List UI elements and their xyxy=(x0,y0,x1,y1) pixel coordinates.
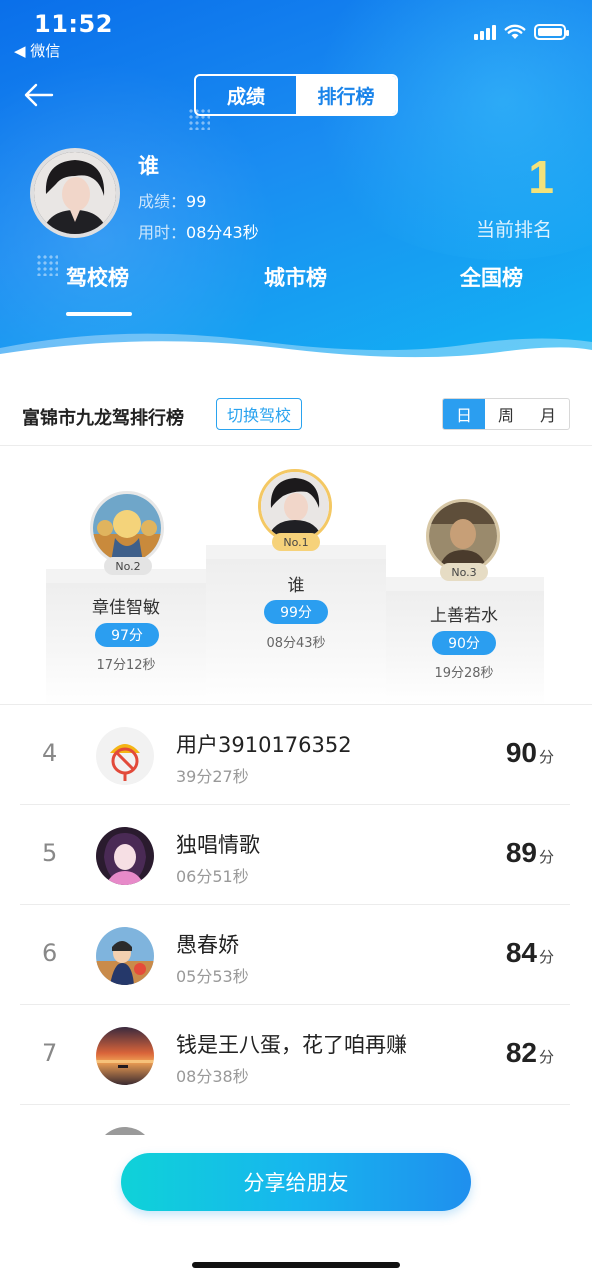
status-bar: 11:52 ◀ 微信 xyxy=(0,0,592,64)
row-rank: 5 xyxy=(42,839,58,867)
avatar xyxy=(96,1027,154,1085)
avatar xyxy=(96,927,154,985)
row-time: 06分51秒 xyxy=(176,867,249,886)
decor-dots xyxy=(188,108,210,130)
first-place-name: 谁 xyxy=(287,576,305,596)
segment-control: 成绩 排行榜 xyxy=(194,74,398,116)
row-rank: 6 xyxy=(42,939,58,967)
segment-ranking[interactable]: 排行榜 xyxy=(296,76,396,114)
row-score: 82 分 xyxy=(505,1037,554,1068)
my-time-label: 用时： xyxy=(138,223,187,242)
switch-school-button[interactable]: 切换驾校 xyxy=(216,398,302,430)
row-score: 90 分 xyxy=(505,737,554,768)
current-rank-number: 1 xyxy=(528,151,554,203)
row-name: 钱是王八蛋，花了咱再赚 xyxy=(176,1033,407,1057)
avatar xyxy=(96,827,154,885)
first-place-badge: No.1 xyxy=(272,533,320,551)
my-time-line: 用时：08分43秒 xyxy=(138,219,259,243)
avatar xyxy=(96,1127,154,1135)
second-place-score: 97分 xyxy=(95,623,159,647)
second-place-avatar[interactable] xyxy=(90,491,164,565)
my-time: 08分43秒 xyxy=(186,223,259,242)
list-item[interactable]: 7 钱是王八蛋，花了咱再赚 08分38秒 82 分 xyxy=(20,1005,570,1105)
third-place-name: 上善若水 xyxy=(430,606,498,626)
tab-school[interactable]: 驾校榜 xyxy=(66,262,129,292)
period-day[interactable]: 日 xyxy=(443,399,485,429)
tab-city[interactable]: 城市榜 xyxy=(264,262,327,292)
school-board-title: 富锦市九龙驾排行榜 xyxy=(22,408,184,429)
first-place-avatar[interactable] xyxy=(258,469,332,543)
list-item[interactable]: 5 独唱情歌 06分51秒 89 分 xyxy=(20,805,570,905)
row-name: 愚春娇 xyxy=(176,933,239,957)
list-item[interactable]: 6 愚春娇 05分53秒 84 分 xyxy=(20,905,570,1005)
battery-icon xyxy=(534,24,569,40)
wifi-icon xyxy=(504,24,526,39)
row-rank: 7 xyxy=(42,1039,58,1067)
my-avatar xyxy=(30,148,120,238)
my-score-label: 成绩： xyxy=(138,192,187,211)
ranking-list: 4 用户3910176352 39分27秒 90分 5 独唱情歌 06分51秒 xyxy=(0,705,592,1135)
row-score: 89 分 xyxy=(505,837,554,868)
current-rank-label: 当前排名 xyxy=(475,219,552,241)
list-item[interactable]: 4 用户3910176352 39分27秒 90 分 xyxy=(20,705,570,805)
back-arrow-icon[interactable] xyxy=(22,78,56,112)
row-name: 用户3910176352 xyxy=(176,733,352,757)
row-time: 39分27秒 xyxy=(176,767,249,786)
period-week[interactable]: 周 xyxy=(485,399,527,429)
third-place-avatar[interactable] xyxy=(426,499,500,573)
podium: No.1 谁 99分 08分43秒 No.2 章佳智敏 97分 17分12秒 N… xyxy=(0,447,592,705)
board-tabs: 驾校榜 城市榜 全国榜 xyxy=(0,262,592,318)
cellular-signal-icon xyxy=(474,24,496,40)
second-place-name: 章佳智敏 xyxy=(92,598,160,618)
home-indicator xyxy=(192,1262,400,1268)
row-time: 08分38秒 xyxy=(176,1067,249,1086)
third-place-score: 90分 xyxy=(432,631,496,655)
period-month[interactable]: 月 xyxy=(527,399,569,429)
header-wave xyxy=(0,333,592,372)
row-rank: 4 xyxy=(42,739,58,767)
period-selector: 日 周 月 xyxy=(442,398,570,430)
first-place-score: 99分 xyxy=(264,600,328,624)
second-place-badge: No.2 xyxy=(104,557,152,575)
my-name: 谁 xyxy=(138,154,159,178)
avatar xyxy=(96,727,154,785)
board-title-row: 富锦市九龙驾排行榜 切换驾校 日 周 月 xyxy=(0,386,592,446)
third-place-badge: No.3 xyxy=(440,563,488,581)
back-to-app-link[interactable]: ◀ 微信 xyxy=(14,40,60,61)
header-banner: 11:52 ◀ 微信 成绩 排行榜 谁 成绩：99 用时：08分43秒 1 当前… xyxy=(0,0,592,372)
third-place-time: 19分28秒 xyxy=(434,666,494,681)
tab-national[interactable]: 全国榜 xyxy=(460,262,523,292)
segment-score[interactable]: 成绩 xyxy=(196,76,296,114)
first-place-time: 08分43秒 xyxy=(266,636,326,651)
my-score-line: 成绩：99 xyxy=(138,188,206,212)
my-score: 99 xyxy=(186,192,207,211)
share-to-friends-button[interactable]: 分享给朋友 xyxy=(121,1153,471,1211)
status-time: 11:52 xyxy=(34,10,113,38)
second-place-time: 17分12秒 xyxy=(96,658,156,673)
row-time: 05分53秒 xyxy=(176,967,249,986)
row-score: 84 分 xyxy=(505,937,554,968)
active-tab-indicator xyxy=(66,312,132,316)
row-name: 独唱情歌 xyxy=(176,833,260,857)
